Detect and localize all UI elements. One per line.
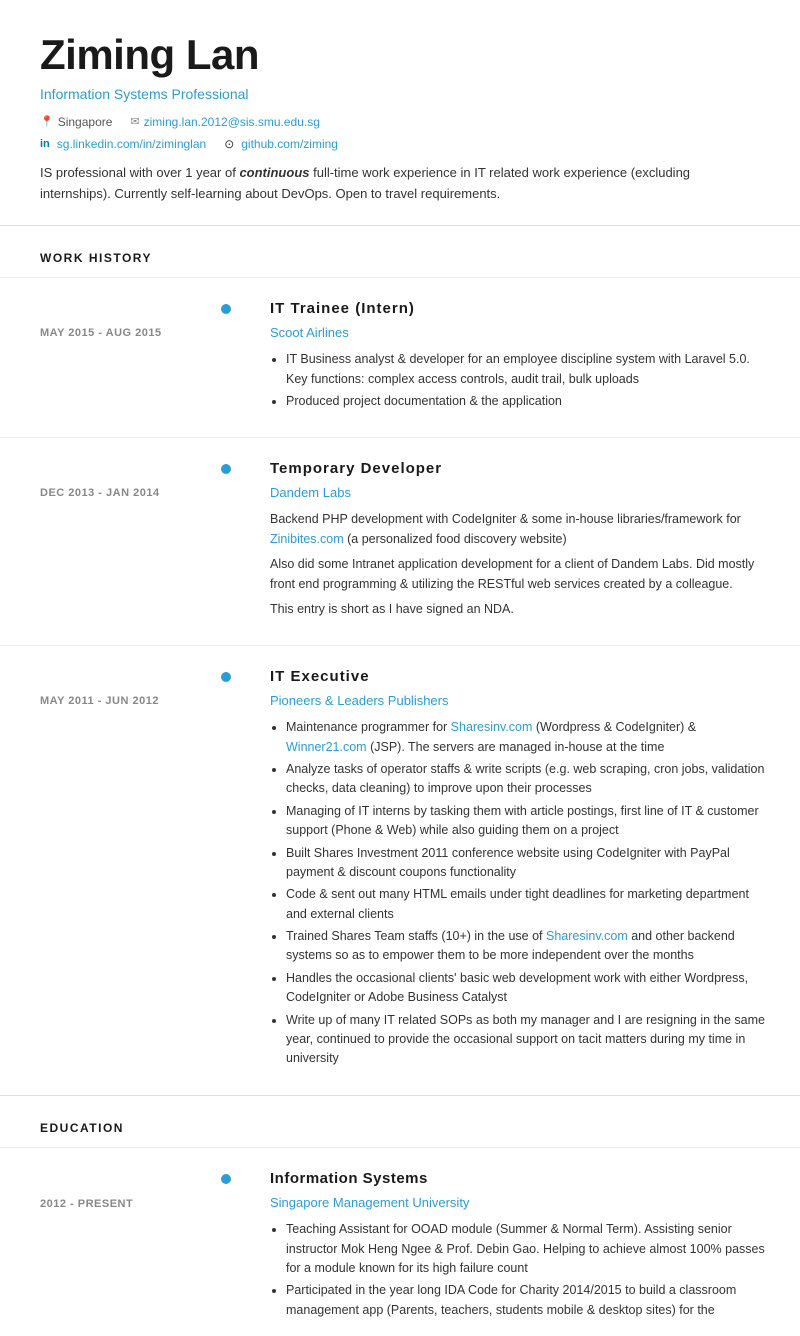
work-date-2: DEC 2013 - JAN 2014 (0, 458, 240, 625)
edu-bullets-1: Teaching Assistant for OOAD module (Summ… (270, 1220, 770, 1320)
bullet-3-2: Analyze tasks of operator staffs & write… (286, 760, 770, 799)
work-details-3: IT Executive Pioneers & Leaders Publishe… (240, 666, 800, 1074)
date-label-3: MAY 2011 - JUN 2012 (40, 666, 220, 709)
work-entry-1: MAY 2015 - AUG 2015 IT Trainee (Intern) … (0, 278, 800, 438)
work-section-header: WORK HISTORY (0, 226, 800, 279)
linkedin-icon: in (40, 136, 50, 153)
company-1: Scoot Airlines (270, 323, 770, 343)
work-date-3: MAY 2011 - JUN 2012 (0, 666, 240, 1074)
email-link[interactable]: ziming.lan.2012@sis.smu.edu.sg (144, 113, 320, 131)
work-date-1: MAY 2015 - AUG 2015 (0, 298, 240, 417)
winner21-link[interactable]: Winner21.com (286, 740, 367, 754)
edu-bullet-1-1: Teaching Assistant for OOAD module (Summ… (286, 1220, 770, 1278)
edu-bullet-1-2: Participated in the year long IDA Code f… (286, 1281, 770, 1320)
bullet-3-1: Maintenance programmer for Sharesinv.com… (286, 718, 770, 757)
edu-section-header: EDUCATION (0, 1095, 800, 1149)
job-desc-2a: Backend PHP development with CodeIgniter… (270, 510, 770, 549)
edu-entry-1: 2012 - PRESENT Information Systems Singa… (0, 1148, 800, 1336)
bullet-1-1: IT Business analyst & developer for an e… (286, 350, 770, 389)
job-bullets-1: IT Business analyst & developer for an e… (270, 350, 770, 411)
candidate-name: Ziming Lan (40, 32, 760, 78)
linkedin-link[interactable]: sg.linkedin.com/in/ziminglan (57, 135, 206, 153)
work-section-label-col: WORK HISTORY (0, 226, 240, 278)
date-label-1: MAY 2015 - AUG 2015 (40, 298, 220, 341)
university-1: Singapore Management University (270, 1193, 770, 1213)
bullet-3-4: Built Shares Investment 2011 conference … (286, 844, 770, 883)
resume-page: Ziming Lan Information Systems Professio… (0, 0, 800, 1336)
email-icon: ✉ (130, 114, 139, 131)
edu-date-1: 2012 - PRESENT (0, 1168, 240, 1326)
edu-section-label-col: EDUCATION (0, 1096, 240, 1148)
github-icon: ⊙ (224, 135, 234, 153)
work-details-2: Temporary Developer Dandem Labs Backend … (240, 458, 800, 625)
company-3: Pioneers & Leaders Publishers (270, 691, 770, 711)
edu-date-label-1: 2012 - PRESENT (40, 1168, 220, 1213)
work-details-1: IT Trainee (Intern) Scoot Airlines IT Bu… (240, 298, 800, 417)
date-label-2: DEC 2013 - JAN 2014 (40, 458, 220, 501)
bullet-1-2: Produced project documentation & the app… (286, 392, 770, 411)
company-2: Dandem Labs (270, 483, 770, 503)
work-section-label: WORK HISTORY (40, 251, 152, 265)
zinibites-link[interactable]: Zinibites.com (270, 532, 344, 546)
edu-section-spacer (240, 1096, 800, 1148)
sharesinv-link-1[interactable]: Sharesinv.com (451, 720, 533, 734)
degree-title-1: Information Systems (270, 1168, 770, 1191)
github-item: ⊙ github.com/ziming (224, 135, 338, 153)
bullet-3-5: Code & sent out many HTML emails under t… (286, 885, 770, 924)
contact-row-1: 📍 Singapore ✉ ziming.lan.2012@sis.smu.ed… (40, 113, 760, 131)
header-section: Ziming Lan Information Systems Professio… (0, 0, 800, 226)
candidate-title: Information Systems Professional (40, 84, 760, 105)
location-icon: 📍 (40, 114, 54, 131)
work-entry-2: DEC 2013 - JAN 2014 Temporary Developer … (0, 438, 800, 646)
edu-details-1: Information Systems Singapore Management… (240, 1168, 800, 1326)
location-item: 📍 Singapore (40, 113, 112, 131)
location-text: Singapore (58, 113, 113, 131)
bullet-3-3: Managing of IT interns by tasking them w… (286, 802, 770, 841)
bullet-3-7: Handles the occasional clients' basic we… (286, 969, 770, 1008)
sharesinv-link-2[interactable]: Sharesinv.com (546, 929, 628, 943)
contact-row-2: in sg.linkedin.com/in/ziminglan ⊙ github… (40, 135, 760, 153)
summary-text: IS professional with over 1 year of cont… (40, 163, 760, 205)
job-title-1: IT Trainee (Intern) (270, 298, 770, 321)
job-title-2: Temporary Developer (270, 458, 770, 481)
job-desc-2b: Also did some Intranet application devel… (270, 555, 770, 594)
job-desc-2c: This entry is short as I have signed an … (270, 600, 770, 619)
email-item: ✉ ziming.lan.2012@sis.smu.edu.sg (130, 113, 320, 131)
github-link[interactable]: github.com/ziming (241, 135, 338, 153)
job-title-3: IT Executive (270, 666, 770, 689)
bullet-3-6: Trained Shares Team staffs (10+) in the … (286, 927, 770, 966)
linkedin-item: in sg.linkedin.com/in/ziminglan (40, 135, 206, 153)
work-entry-3: MAY 2011 - JUN 2012 IT Executive Pioneer… (0, 646, 800, 1094)
job-bullets-3: Maintenance programmer for Sharesinv.com… (270, 718, 770, 1068)
bullet-3-8: Write up of many IT related SOPs as both… (286, 1011, 770, 1069)
work-section-spacer (240, 226, 800, 278)
